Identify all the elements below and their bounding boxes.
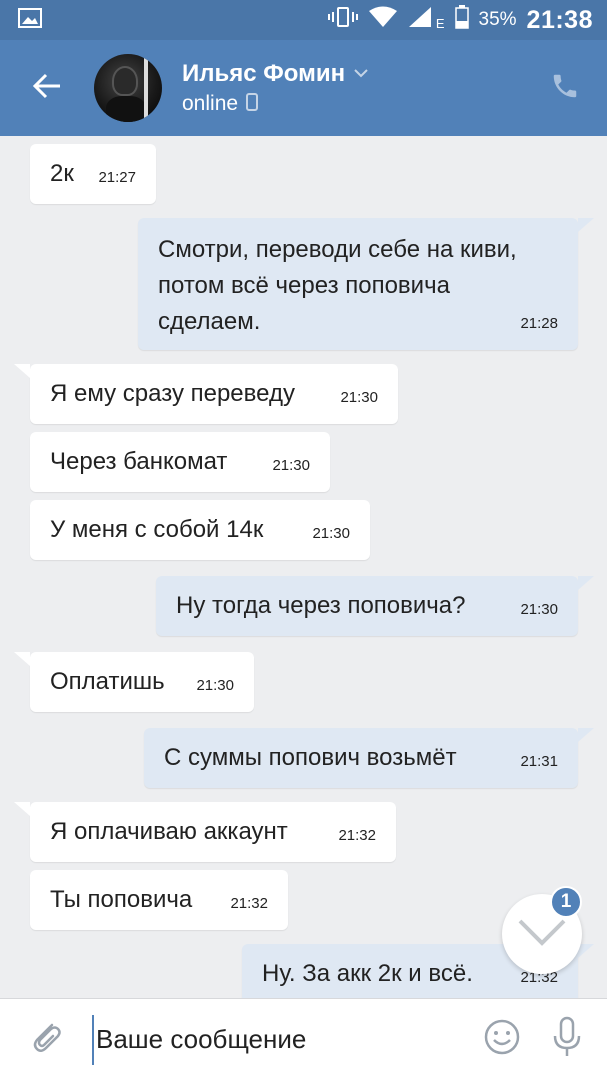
message-incoming[interactable]: 2к 21:27 xyxy=(30,144,156,204)
wifi-icon xyxy=(368,6,398,34)
composer xyxy=(0,998,607,1080)
message-time: 21:30 xyxy=(196,677,234,694)
message-incoming[interactable]: Через банкомат 21:30 xyxy=(30,432,330,492)
message-text: У меня с собой 14к xyxy=(50,516,264,543)
avatar[interactable] xyxy=(94,54,162,122)
chat-header: Ильяс Фомин online xyxy=(0,40,607,136)
battery-icon xyxy=(454,5,469,35)
message-text: Ну тогда через поповича? xyxy=(176,592,466,619)
message-text: Смотри, переводи себе на киви, потом всё… xyxy=(158,236,517,335)
status-bar: E 35% 21:38 xyxy=(0,0,607,40)
contact-name: Ильяс Фомин xyxy=(182,60,346,87)
vibrate-icon xyxy=(327,6,358,34)
contact-status: online xyxy=(182,92,239,115)
paperclip-icon xyxy=(28,1017,64,1062)
attach-button[interactable] xyxy=(0,999,92,1080)
message-time: 21:30 xyxy=(272,457,310,474)
message-incoming[interactable]: Я ему сразу переведу 21:30 xyxy=(14,364,398,424)
message-text: Ну. За акк 2к и всё. xyxy=(262,960,473,987)
contact-info[interactable]: Ильяс Фомин online xyxy=(182,60,523,116)
message-time: 21:30 xyxy=(520,601,558,618)
message-text: С суммы попович возьмёт xyxy=(164,744,457,771)
unread-badge: 1 xyxy=(550,886,582,918)
message-incoming[interactable]: У меня с собой 14к 21:30 xyxy=(30,500,370,560)
message-text: Ты поповича xyxy=(50,886,193,913)
voice-message-button[interactable] xyxy=(535,999,599,1080)
message-list[interactable]: 2к 21:27 Смотри, переводи себе на киви, … xyxy=(0,136,607,998)
message-text: Я оплачиваю аккаунт xyxy=(50,818,288,845)
message-time: 21:28 xyxy=(520,315,558,332)
emoji-icon xyxy=(483,1018,521,1061)
status-time: 21:38 xyxy=(526,5,593,34)
message-time: 21:27 xyxy=(98,169,136,186)
message-time: 21:31 xyxy=(520,753,558,770)
back-button[interactable] xyxy=(0,40,94,136)
message-incoming[interactable]: Я оплачиваю аккаунт 21:32 xyxy=(14,802,396,862)
battery-percent: 35% xyxy=(478,9,517,30)
message-outgoing[interactable]: Ну тогда через поповича? 21:30 xyxy=(156,576,594,636)
chevron-down-icon xyxy=(353,65,369,83)
message-outgoing[interactable]: Смотри, переводи себе на киви, потом всё… xyxy=(138,218,594,350)
message-text: Оплатишь xyxy=(50,668,165,695)
gallery-icon xyxy=(18,7,42,33)
message-incoming[interactable]: Ты поповича 21:32 xyxy=(30,870,288,930)
message-outgoing[interactable]: С суммы попович возьмёт 21:31 xyxy=(144,728,594,788)
mobile-device-icon xyxy=(246,92,259,116)
message-time: 21:32 xyxy=(230,895,268,912)
message-time: 21:32 xyxy=(338,827,376,844)
network-type: E xyxy=(435,16,445,31)
back-arrow-icon xyxy=(32,73,62,104)
call-button[interactable] xyxy=(523,40,607,136)
message-input[interactable] xyxy=(92,1014,469,1065)
message-text: Я ему сразу переведу xyxy=(50,380,295,407)
message-text: Через банкомат xyxy=(50,448,228,475)
microphone-icon xyxy=(552,1016,582,1063)
message-text: 2к xyxy=(50,160,74,187)
phone-icon xyxy=(550,71,580,106)
message-time: 21:30 xyxy=(340,389,378,406)
signal-icon xyxy=(408,6,434,34)
message-incoming[interactable]: Оплатишь 21:30 xyxy=(14,652,254,712)
message-time: 21:30 xyxy=(312,525,350,542)
emoji-button[interactable] xyxy=(469,999,535,1080)
chevron-down-icon xyxy=(516,917,568,952)
